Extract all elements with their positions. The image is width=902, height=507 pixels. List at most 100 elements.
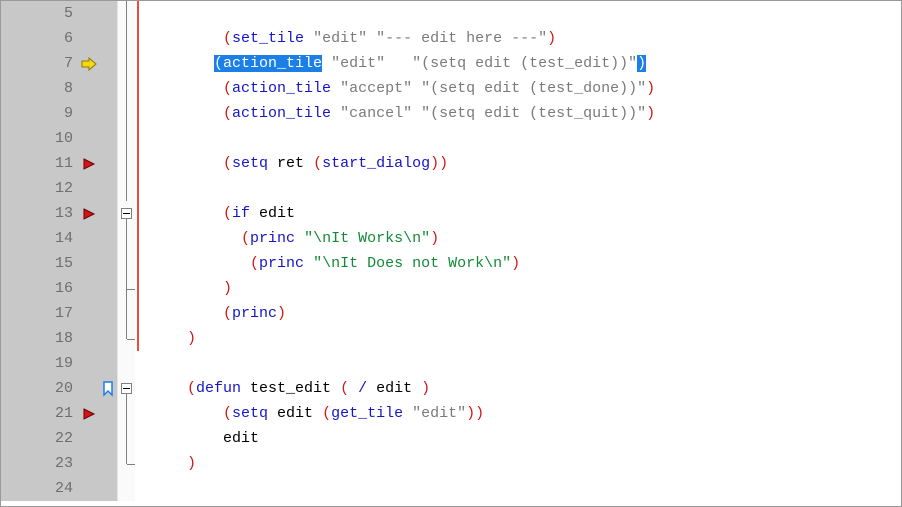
code-text[interactable]: (set_tile "edit" "--- edit here ---")	[147, 26, 901, 51]
fold-gutter[interactable]	[117, 151, 135, 176]
code-text[interactable]	[147, 176, 901, 201]
code-line[interactable]: 5	[1, 1, 901, 26]
code-text[interactable]	[147, 1, 901, 26]
code-line[interactable]: 18 )	[1, 326, 901, 351]
current-line-arrow-icon[interactable]	[79, 51, 99, 76]
fold-gutter[interactable]	[117, 276, 135, 301]
fold-gutter[interactable]	[117, 176, 135, 201]
fold-gutter[interactable]	[117, 476, 135, 501]
code-text[interactable]: (setq ret (start_dialog))	[147, 151, 901, 176]
bookmark-empty[interactable]	[99, 26, 117, 51]
bookmark-empty[interactable]	[99, 301, 117, 326]
code-line[interactable]: 11 (setq ret (start_dialog))	[1, 151, 901, 176]
marker-empty[interactable]	[79, 451, 99, 476]
code-line[interactable]: 16 )	[1, 276, 901, 301]
code-text[interactable]: (princ)	[147, 301, 901, 326]
fold-gutter[interactable]	[117, 326, 135, 351]
code-line[interactable]: 24	[1, 476, 901, 501]
code-text[interactable]: )	[147, 326, 901, 351]
bookmark-empty[interactable]	[99, 1, 117, 26]
fold-gutter[interactable]	[117, 226, 135, 251]
marker-empty[interactable]	[79, 351, 99, 376]
code-text[interactable]: (defun test_edit ( / edit )	[147, 376, 901, 401]
code-line[interactable]: 7 (action_tile "edit" "(setq edit (test_…	[1, 51, 901, 76]
marker-empty[interactable]	[79, 426, 99, 451]
code-line[interactable]: 12	[1, 176, 901, 201]
fold-gutter[interactable]	[117, 51, 135, 76]
bookmark-icon[interactable]	[99, 376, 117, 401]
code-text[interactable]: (setq edit (get_tile "edit"))	[147, 401, 901, 426]
bookmark-empty[interactable]	[99, 401, 117, 426]
code-text[interactable]	[147, 126, 901, 151]
code-line[interactable]: 14 (princ "\nIt Works\n")	[1, 226, 901, 251]
code-line[interactable]: 8 (action_tile "accept" "(setq edit (tes…	[1, 76, 901, 101]
marker-empty[interactable]	[79, 301, 99, 326]
code-text[interactable]: (action_tile "cancel" "(setq edit (test_…	[147, 101, 901, 126]
fold-gutter[interactable]	[117, 76, 135, 101]
marker-empty[interactable]	[79, 1, 99, 26]
code-line[interactable]: 9 (action_tile "cancel" "(setq edit (tes…	[1, 101, 901, 126]
code-text[interactable]: )	[147, 451, 901, 476]
marker-empty[interactable]	[79, 476, 99, 501]
bookmark-empty[interactable]	[99, 101, 117, 126]
fold-gutter[interactable]	[117, 301, 135, 326]
fold-toggle-icon[interactable]	[121, 208, 132, 219]
fold-toggle-icon[interactable]	[121, 383, 132, 394]
bookmark-empty[interactable]	[99, 151, 117, 176]
marker-empty[interactable]	[79, 376, 99, 401]
marker-empty[interactable]	[79, 226, 99, 251]
bookmark-empty[interactable]	[99, 176, 117, 201]
bookmark-empty[interactable]	[99, 351, 117, 376]
marker-empty[interactable]	[79, 251, 99, 276]
bookmark-empty[interactable]	[99, 126, 117, 151]
fold-gutter[interactable]	[117, 201, 135, 226]
breakpoint-icon[interactable]	[79, 151, 99, 176]
code-line[interactable]: 17 (princ)	[1, 301, 901, 326]
code-text[interactable]: edit	[147, 426, 901, 451]
breakpoint-icon[interactable]	[79, 201, 99, 226]
fold-gutter[interactable]	[117, 1, 135, 26]
code-line[interactable]: 19	[1, 351, 901, 376]
code-line[interactable]: 20 (defun test_edit ( / edit )	[1, 376, 901, 401]
code-text[interactable]: (princ "\nIt Works\n")	[147, 226, 901, 251]
bookmark-empty[interactable]	[99, 251, 117, 276]
code-line[interactable]: 21 (setq edit (get_tile "edit"))	[1, 401, 901, 426]
code-line[interactable]: 10	[1, 126, 901, 151]
marker-empty[interactable]	[79, 76, 99, 101]
code-text[interactable]: (action_tile "edit" "(setq edit (test_ed…	[147, 51, 901, 76]
bookmark-empty[interactable]	[99, 51, 117, 76]
code-text[interactable]: (if edit	[147, 201, 901, 226]
marker-empty[interactable]	[79, 326, 99, 351]
marker-empty[interactable]	[79, 276, 99, 301]
fold-gutter[interactable]	[117, 126, 135, 151]
bookmark-empty[interactable]	[99, 201, 117, 226]
bookmark-empty[interactable]	[99, 276, 117, 301]
fold-gutter[interactable]	[117, 351, 135, 376]
code-text[interactable]	[147, 476, 901, 501]
code-text[interactable]	[147, 351, 901, 376]
code-line[interactable]: 22 edit	[1, 426, 901, 451]
fold-gutter[interactable]	[117, 426, 135, 451]
code-line[interactable]: 13 (if edit	[1, 201, 901, 226]
fold-gutter[interactable]	[117, 401, 135, 426]
bookmark-empty[interactable]	[99, 326, 117, 351]
marker-empty[interactable]	[79, 126, 99, 151]
code-text[interactable]: )	[147, 276, 901, 301]
code-line[interactable]: 6 (set_tile "edit" "--- edit here ---")	[1, 26, 901, 51]
code-line[interactable]: 23 )	[1, 451, 901, 476]
marker-empty[interactable]	[79, 101, 99, 126]
fold-gutter[interactable]	[117, 376, 135, 401]
marker-empty[interactable]	[79, 176, 99, 201]
code-text[interactable]: (princ "\nIt Does not Work\n")	[147, 251, 901, 276]
bookmark-empty[interactable]	[99, 426, 117, 451]
breakpoint-icon[interactable]	[79, 401, 99, 426]
bookmark-empty[interactable]	[99, 451, 117, 476]
fold-gutter[interactable]	[117, 26, 135, 51]
code-line[interactable]: 15 (princ "\nIt Does not Work\n")	[1, 251, 901, 276]
code-text[interactable]: (action_tile "accept" "(setq edit (test_…	[147, 76, 901, 101]
fold-gutter[interactable]	[117, 451, 135, 476]
fold-gutter[interactable]	[117, 251, 135, 276]
fold-gutter[interactable]	[117, 101, 135, 126]
bookmark-empty[interactable]	[99, 76, 117, 101]
bookmark-empty[interactable]	[99, 226, 117, 251]
